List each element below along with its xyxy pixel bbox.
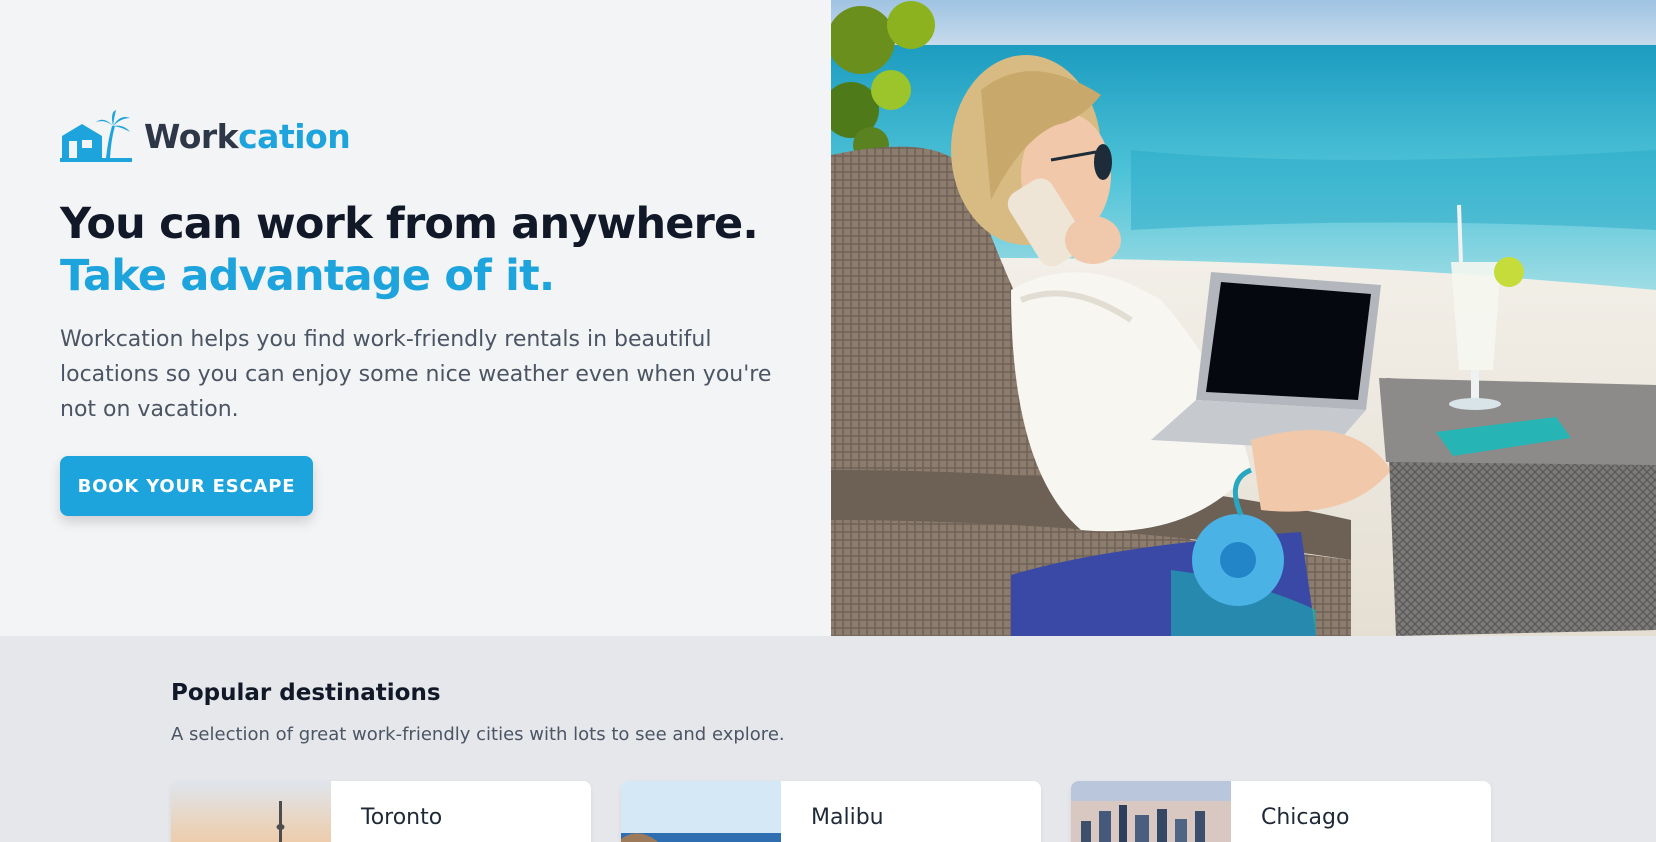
toronto-thumbnail xyxy=(171,781,331,842)
brand-name-suffix: cation xyxy=(238,116,351,156)
destination-card-toronto[interactable]: Toronto xyxy=(171,781,591,842)
destination-name: Toronto xyxy=(361,805,443,830)
hero-section: Workcation You can work from anywhere. T… xyxy=(0,0,1656,636)
destination-card-chicago[interactable]: Chicago xyxy=(1071,781,1491,842)
destinations-title: Popular destinations xyxy=(171,680,441,706)
beach-photo xyxy=(831,0,1656,636)
destination-name: Malibu xyxy=(811,805,884,830)
brand-name-prefix: Work xyxy=(144,116,239,156)
hero-image xyxy=(831,0,1656,636)
brand-logo-link[interactable]: Workcation xyxy=(60,110,351,162)
headline-primary: You can work from anywhere. xyxy=(60,199,759,249)
destinations-subtitle: A selection of great work-friendly citie… xyxy=(171,724,785,745)
hero-headline: You can work from anywhere. Take advanta… xyxy=(60,198,800,302)
house-with-palm-tree-icon xyxy=(60,110,132,162)
headline-accent: Take advantage of it. xyxy=(60,251,555,301)
hero-content: Workcation You can work from anywhere. T… xyxy=(60,0,780,636)
brand-wordmark: Workcation xyxy=(144,116,351,156)
book-your-escape-button[interactable]: BOOK YOUR ESCAPE xyxy=(60,456,313,516)
hero-description: Workcation helps you find work-friendly … xyxy=(60,327,772,422)
destination-card-malibu[interactable]: Malibu xyxy=(621,781,1041,842)
destination-name: Chicago xyxy=(1261,805,1350,830)
popular-destinations-section: Popular destinations A selection of grea… xyxy=(0,636,1656,842)
chicago-thumbnail xyxy=(1071,781,1231,842)
malibu-thumbnail xyxy=(621,781,781,842)
